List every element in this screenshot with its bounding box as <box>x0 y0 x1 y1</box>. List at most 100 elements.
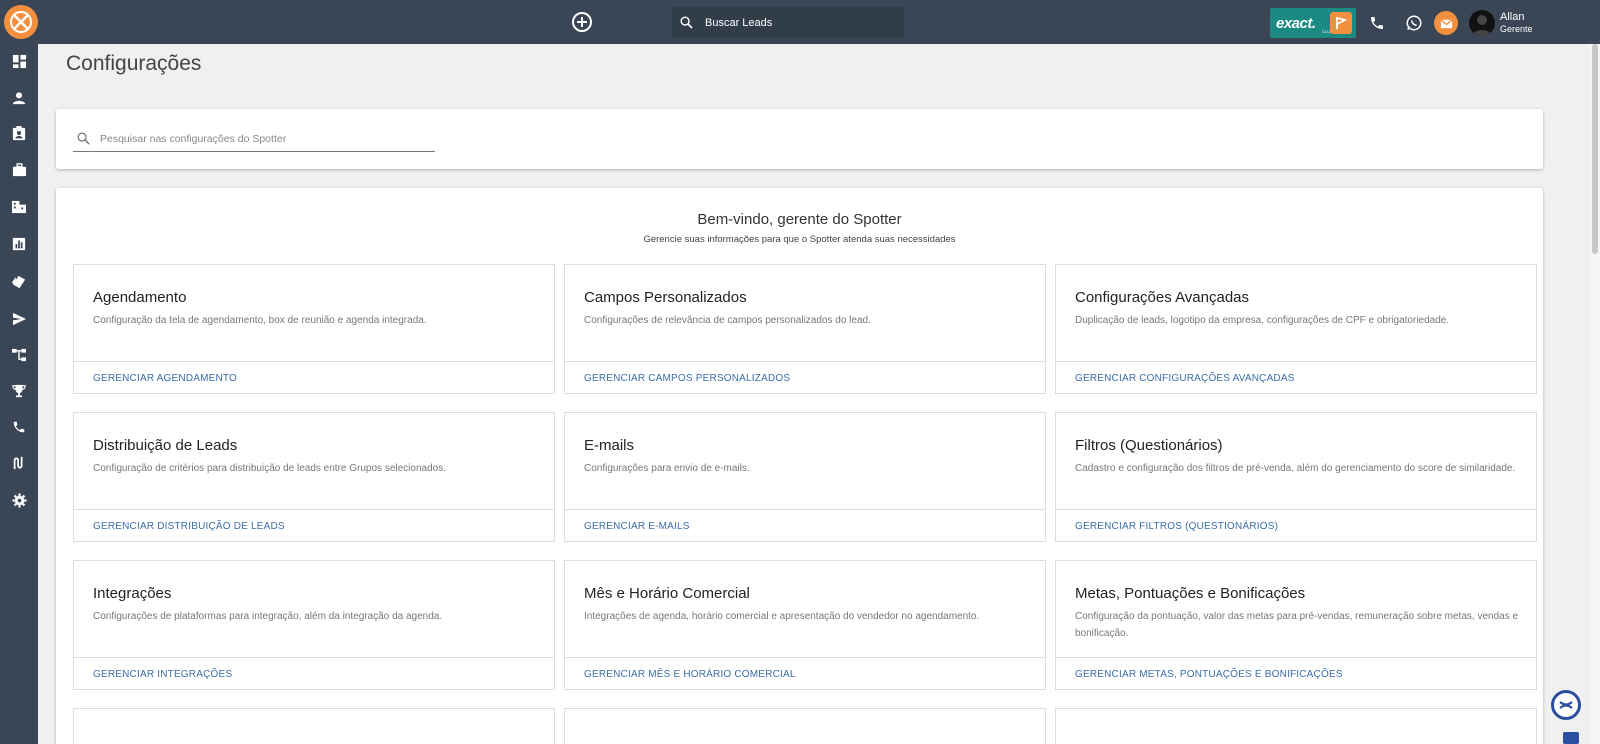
hierarchy-icon <box>12 348 26 362</box>
scrollbar-thumb[interactable] <box>1592 44 1598 254</box>
lead-search-input[interactable]: Buscar Leads <box>672 7 904 38</box>
spotter-logo[interactable] <box>4 5 38 39</box>
whatsapp-icon <box>1406 15 1422 31</box>
whatsapp-button[interactable] <box>1403 12 1425 34</box>
settings-search-placeholder: Pesquisar nas configurações do Spotter <box>100 132 287 145</box>
welcome-title: Bem-vindo, gerente do Spotter <box>697 211 902 228</box>
sidebar-item-settings[interactable] <box>10 491 28 509</box>
settings-tile: Agendamento Configuração da tela de agen… <box>73 264 555 394</box>
person-icon <box>12 92 26 105</box>
manage-lead-distribution-link[interactable]: GERENCIAR DISTRIBUIÇÃO DE LEADS <box>93 521 285 532</box>
tile-description: Configurações de relevância de campos pe… <box>584 315 871 326</box>
help-chat-button[interactable] <box>1551 690 1581 720</box>
manage-filters-link[interactable]: GERENCIAR FILTROS (QUESTIONÁRIOS) <box>1075 521 1278 532</box>
add-new-button[interactable] <box>572 12 592 32</box>
sidebar-item-send[interactable] <box>10 310 28 328</box>
welcome-subtitle: Gerencie suas informações para que o Spo… <box>643 234 956 245</box>
sidebar-item-contacts[interactable] <box>10 124 28 142</box>
manage-goals-link[interactable]: GERENCIAR METAS, PONTUAÇÕES E BONIFICAÇÕ… <box>1075 669 1343 680</box>
tile-title: E-mails <box>584 437 635 454</box>
top-navigation-bar: Buscar Leads exact. CLUB Allan Gerente <box>0 0 1600 44</box>
tile-title: Distribuição de Leads <box>93 437 238 454</box>
inbox-icon <box>1439 18 1453 28</box>
exact-club-badge[interactable]: exact. CLUB <box>1270 8 1356 38</box>
briefcase-icon <box>12 163 26 177</box>
search-icon <box>77 132 90 145</box>
tile-divider <box>74 361 554 362</box>
settings-tile: Mês e Horário Comercial Integrações de a… <box>564 560 1046 690</box>
settings-search-input[interactable]: Pesquisar nas configurações do Spotter <box>73 126 435 152</box>
tile-description: Configuração de critérios para distribui… <box>93 463 446 474</box>
sidebar-item-calls[interactable] <box>10 418 28 436</box>
chat-widget-icon[interactable] <box>1563 732 1579 744</box>
tile-divider <box>565 657 1045 658</box>
page-scrollbar[interactable] <box>1590 44 1600 744</box>
sidebar-item-business[interactable] <box>10 161 28 179</box>
sidebar-item-achievements[interactable] <box>10 382 28 400</box>
tile-title: Integrações <box>93 585 172 602</box>
manage-advanced-settings-link[interactable]: GERENCIAR CONFIGURAÇÕES AVANÇADAS <box>1075 373 1295 384</box>
tile-divider <box>1056 509 1536 510</box>
user-role: Gerente <box>1500 24 1533 34</box>
gear-icon <box>11 492 27 508</box>
user-avatar[interactable] <box>1469 10 1495 36</box>
phone-icon <box>1371 17 1383 29</box>
route-icon <box>13 456 23 470</box>
manage-custom-fields-link[interactable]: GERENCIAR CAMPOS PERSONALIZADOS <box>584 373 790 384</box>
sidebar-item-cadence[interactable] <box>10 454 28 472</box>
tile-title: Metas, Pontuações e Bonificações <box>1075 585 1306 602</box>
building-icon <box>12 200 26 214</box>
lead-search-placeholder: Buscar Leads <box>705 16 773 29</box>
tile-title: Filtros (Questionários) <box>1075 437 1223 454</box>
tile-divider <box>74 657 554 658</box>
tile-description: Integrações de agenda, horário comercial… <box>584 611 980 622</box>
tile-description: Cadastro e configuração dos filtros de p… <box>1075 463 1516 474</box>
sidebar-item-companies[interactable] <box>10 198 28 216</box>
tile-description: Configurações para envio de e-mails. <box>584 463 750 474</box>
logo-icon <box>10 11 32 33</box>
settings-tile: E-mails Configurações para envio de e-ma… <box>564 412 1046 542</box>
settings-search-card: Pesquisar nas configurações do Spotter <box>56 109 1543 169</box>
manage-business-hours-link[interactable]: GERENCIAR MÊS E HORÁRIO COMERCIAL <box>584 669 796 680</box>
page-title: Configurações <box>66 52 202 75</box>
tile-divider <box>74 509 554 510</box>
tile-divider <box>565 509 1045 510</box>
tile-description: Configuração da tela de agendamento, box… <box>93 315 427 326</box>
settings-tile <box>73 708 555 744</box>
settings-tile <box>564 708 1046 744</box>
tile-title: Agendamento <box>93 289 187 306</box>
sidebar-item-hierarchy[interactable] <box>10 346 28 364</box>
sidebar-item-tags[interactable] <box>10 272 28 290</box>
sidebar-item-person[interactable] <box>10 89 28 107</box>
bar-chart-icon <box>12 237 26 251</box>
settings-panel: Bem-vindo, gerente do Spotter Gerencie s… <box>56 188 1543 744</box>
user-name[interactable]: Allan <box>1500 11 1524 23</box>
trophy-icon <box>12 384 26 398</box>
settings-tile: Configurações Avançadas Duplicação de le… <box>1055 264 1537 394</box>
send-icon <box>12 312 26 326</box>
dashboard-icon <box>12 54 26 68</box>
sidebar-item-reports[interactable] <box>10 235 28 253</box>
tile-title: Campos Personalizados <box>584 289 747 306</box>
manage-integrations-link[interactable]: GERENCIAR INTEGRAÇÕES <box>93 669 232 680</box>
phone-icon <box>13 421 25 433</box>
tile-description: Configuração da pontuação, valor das met… <box>1075 611 1519 639</box>
plus-icon <box>577 17 587 27</box>
manage-scheduling-link[interactable]: GERENCIAR AGENDAMENTO <box>93 373 237 384</box>
tile-divider <box>565 361 1045 362</box>
manage-emails-link[interactable]: GERENCIAR E-MAILS <box>584 521 690 532</box>
settings-tile: Integrações Configurações de plataformas… <box>73 560 555 690</box>
settings-tile: Campos Personalizados Configurações de r… <box>564 264 1046 394</box>
search-icon <box>680 16 693 29</box>
sidebar <box>0 44 38 744</box>
tags-icon <box>11 275 26 288</box>
phone-call-button[interactable] <box>1366 12 1388 34</box>
flag-icon <box>1330 12 1352 34</box>
tile-title: Configurações Avançadas <box>1075 289 1250 306</box>
notifications-button[interactable] <box>1434 11 1458 35</box>
chat-wave-icon <box>1559 701 1573 709</box>
tile-divider <box>1056 657 1536 658</box>
exact-club-word: exact. <box>1276 14 1316 32</box>
sidebar-item-dashboard[interactable] <box>10 52 28 70</box>
settings-tile <box>1055 708 1537 744</box>
